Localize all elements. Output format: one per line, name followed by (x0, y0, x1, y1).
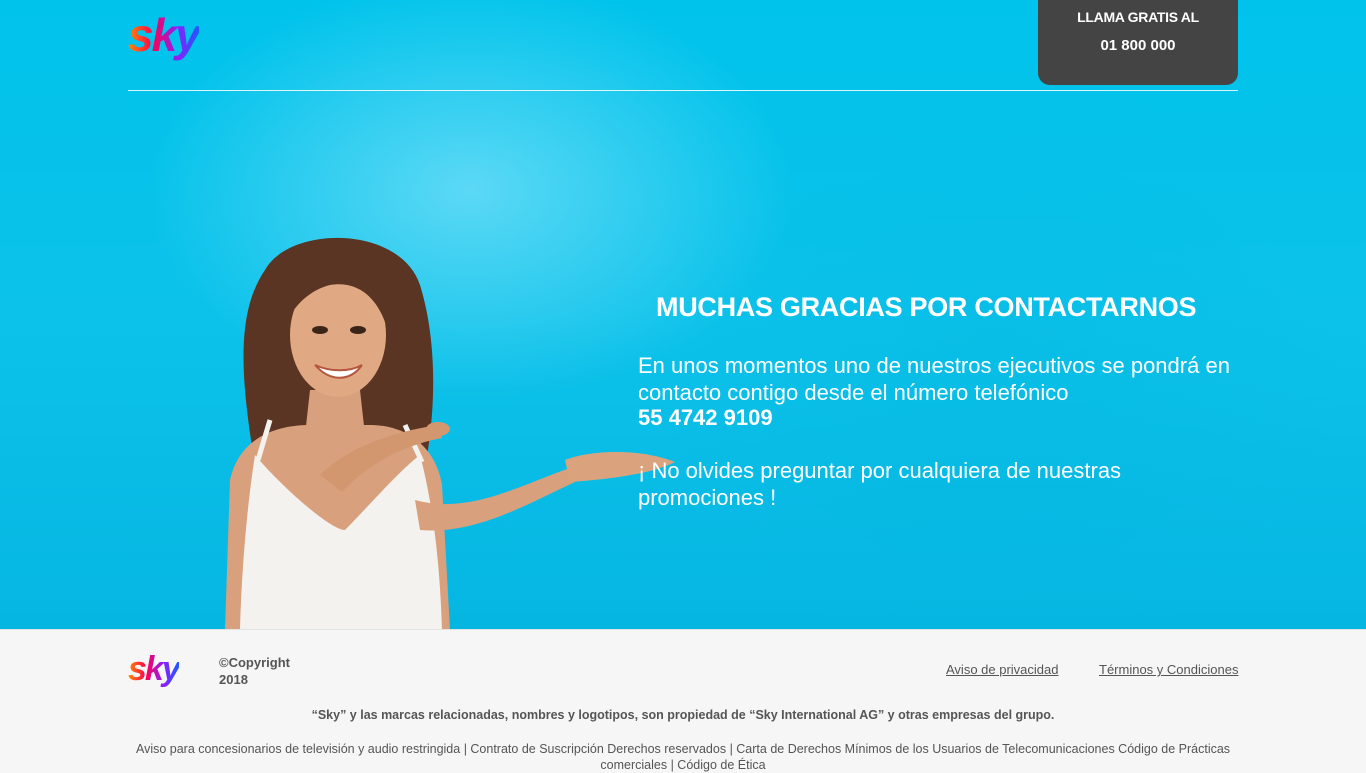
contact-message: En unos momentos uno de nuestros ejecuti… (638, 353, 1230, 405)
hero-section: MUCHAS GRACIAS POR CONTACTARNOS En unos … (0, 0, 1366, 629)
copyright-text: ©Copyright 2018 (219, 655, 290, 687)
privacy-notice-link[interactable]: Aviso de privacidad (946, 662, 1059, 677)
thank-you-heading: MUCHAS GRACIAS POR CONTACTARNOS (656, 292, 1197, 322)
woman-pointing-image (225, 237, 675, 629)
call-free-number: 01 800 000 (1100, 37, 1176, 54)
footer-sky-logo[interactable]: sky (128, 652, 181, 686)
sky-logo[interactable]: sky (128, 12, 201, 58)
phone-number: 55 4742 9109 (638, 405, 773, 430)
header-divider (128, 90, 1238, 91)
terms-conditions-link[interactable]: Términos y Condiciones (1099, 662, 1238, 677)
legal-links[interactable]: Aviso para concesionarios de televisión … (128, 741, 1238, 773)
call-free-label: LLAMA GRATIS AL (1077, 9, 1199, 25)
promotions-reminder: ¡ No olvides preguntar por cualquiera de… (638, 458, 1122, 510)
call-free-box: LLAMA GRATIS AL 01 800 000 (1038, 0, 1238, 85)
trademark-notice: “Sky” y las marcas relacionadas, nombres… (311, 708, 1055, 722)
